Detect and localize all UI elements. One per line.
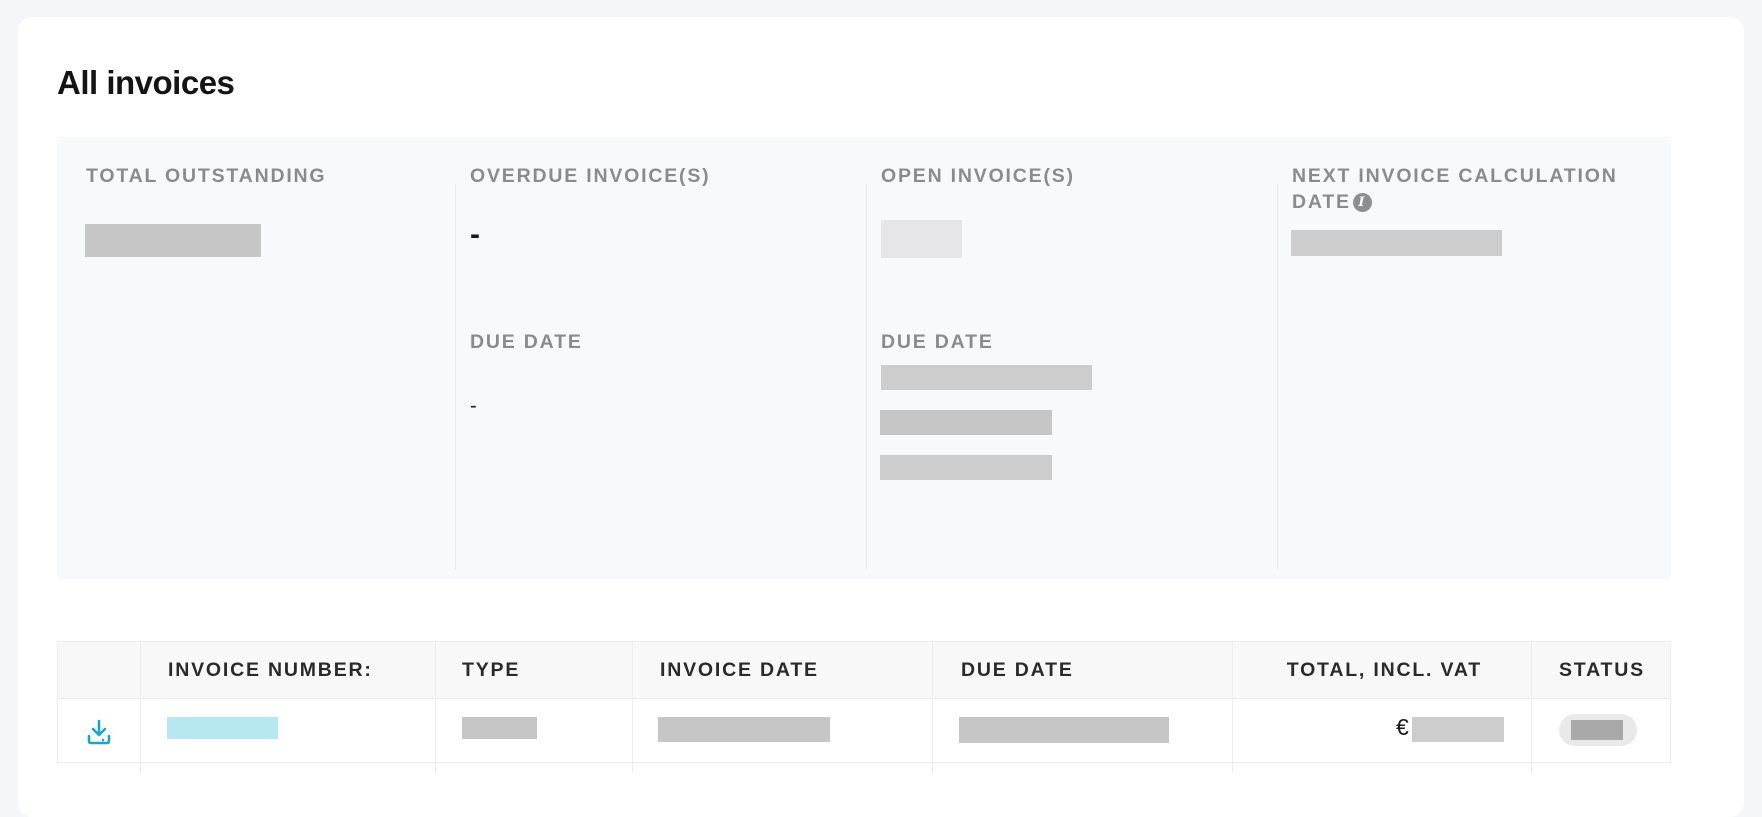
open-invoices-label: OPEN INVOICE(S)	[881, 165, 1075, 187]
column-divider	[435, 642, 436, 772]
column-divider	[1531, 642, 1532, 772]
overdue-due-date-label: DUE DATE	[470, 331, 583, 353]
invoice-number-link[interactable]	[167, 717, 278, 739]
total-outstanding-label: TOTAL OUTSTANDING	[86, 165, 327, 187]
overdue-invoices-label: OVERDUE INVOICE(S)	[470, 165, 711, 187]
open-due-date-value	[880, 410, 1052, 435]
column-header-type[interactable]: TYPE	[462, 642, 520, 699]
table-row[interactable]: €	[58, 699, 1670, 763]
currency-symbol: €	[1396, 714, 1409, 740]
column-divider	[1232, 642, 1233, 772]
next-calculation-label: NEXT INVOICE CALCULATION DATE i	[1292, 163, 1618, 215]
column-header-invoice-number[interactable]: INVOICE NUMBER:	[168, 642, 373, 699]
open-invoices-count	[881, 220, 962, 258]
table-header: INVOICE NUMBER: TYPE INVOICE DATE DUE DA…	[58, 642, 1670, 699]
total-outstanding-value	[85, 224, 261, 257]
download-icon[interactable]	[87, 719, 111, 745]
status-badge	[1559, 714, 1637, 746]
invoice-date	[658, 717, 830, 742]
overdue-due-date-value: -	[470, 395, 477, 417]
open-due-date-label: DUE DATE	[881, 331, 994, 353]
column-header-status[interactable]: STATUS	[1559, 642, 1645, 699]
column-divider	[632, 642, 633, 772]
next-calculation-label-line1: NEXT INVOICE CALCULATION	[1292, 165, 1618, 187]
total-amount	[1412, 717, 1504, 742]
overdue-invoices-section: OVERDUE INVOICE(S) - DUE DATE -	[456, 137, 866, 579]
invoice-type	[462, 717, 537, 739]
column-header-due-date[interactable]: DUE DATE	[961, 642, 1074, 699]
column-header-total[interactable]: TOTAL, INCL. VAT	[1287, 642, 1482, 699]
column-divider	[932, 642, 933, 772]
due-date	[959, 717, 1169, 743]
next-calculation-label-line2: DATE	[1292, 191, 1351, 213]
next-calculation-section: NEXT INVOICE CALCULATION DATE i	[1278, 137, 1671, 579]
page-title: All invoices	[57, 64, 235, 101]
column-divider	[140, 642, 141, 772]
info-icon[interactable]: i	[1352, 193, 1372, 212]
open-invoices-section: OPEN INVOICE(S) DUE DATE	[867, 137, 1277, 579]
open-due-date-value	[881, 365, 1092, 390]
total-outstanding-section: TOTAL OUTSTANDING	[57, 137, 405, 579]
invoices-table: INVOICE NUMBER: TYPE INVOICE DATE DUE DA…	[57, 641, 1671, 772]
next-calculation-value	[1291, 230, 1502, 256]
overdue-invoices-value: -	[470, 218, 480, 251]
column-header-invoice-date[interactable]: INVOICE DATE	[660, 642, 819, 699]
open-due-date-value	[880, 455, 1052, 480]
invoice-summary-panel: TOTAL OUTSTANDING OVERDUE INVOICE(S) - D…	[57, 137, 1671, 579]
